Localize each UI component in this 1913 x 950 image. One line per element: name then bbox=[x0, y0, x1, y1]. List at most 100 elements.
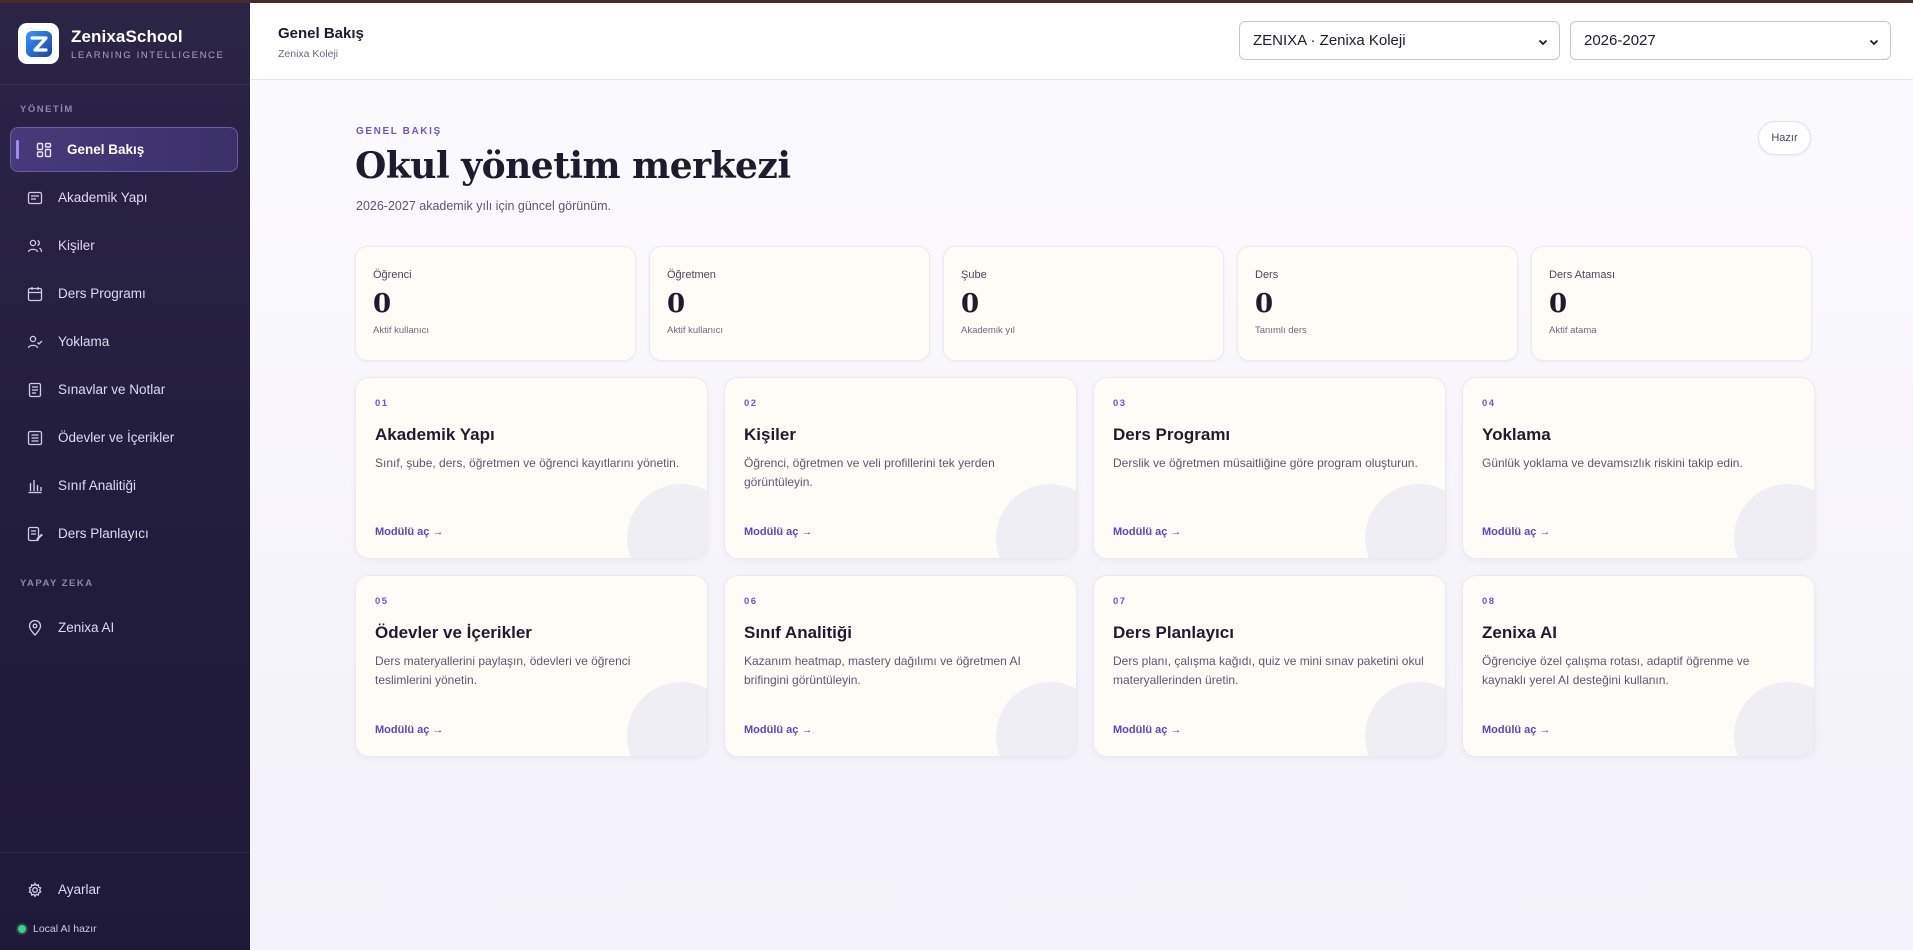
sidebar-ai-nav: Zenixa AI bbox=[10, 605, 238, 653]
decorative-circle bbox=[627, 484, 707, 558]
stat-value: 0 bbox=[1255, 289, 1274, 319]
page-title: Genel Bakış bbox=[278, 25, 364, 42]
sidebar-item-genel-bakis[interactable]: Genel Bakış bbox=[10, 127, 238, 172]
ai-status-label: Local AI hazır bbox=[33, 923, 97, 935]
brand-name: ZenixaSchool bbox=[71, 26, 183, 46]
module-card-yoklama[interactable]: 04 Yoklama Günlük yoklama ve devamsızlık… bbox=[1462, 377, 1815, 559]
stat-value: 0 bbox=[373, 289, 392, 319]
open-module-link[interactable]: Modülü aç → bbox=[1113, 526, 1181, 538]
module-description: Derslik ve öğretmen müsaitliğine göre pr… bbox=[1113, 456, 1418, 470]
location-pin-icon bbox=[26, 619, 44, 637]
open-module-link[interactable]: Modülü aç → bbox=[744, 526, 812, 538]
section-label-ai: YAPAY ZEKA bbox=[20, 578, 94, 589]
list-icon bbox=[26, 429, 44, 447]
module-description: Kazanım heatmap, mastery dağılımı ve öğr… bbox=[744, 654, 1021, 687]
module-title: Kişiler bbox=[744, 425, 796, 444]
sidebar-item-sinif-analitigi[interactable]: Sınıf Analitiği bbox=[10, 463, 238, 508]
sidebar-item-odevler-ve-icerikler[interactable]: Ödevler ve İçerikler bbox=[10, 415, 238, 460]
module-description: Günlük yoklama ve devamsızlık riskini ta… bbox=[1482, 456, 1743, 470]
stat-subtext: Aktif kullanıcı bbox=[373, 325, 429, 336]
planner-icon bbox=[26, 525, 44, 543]
hero-eyebrow: GENEL BAKIŞ bbox=[356, 126, 442, 137]
sidebar-item-label: Zenixa AI bbox=[58, 620, 115, 635]
sidebar-item-label: Genel Bakış bbox=[67, 142, 145, 157]
open-module-link[interactable]: Modülü aç → bbox=[375, 526, 443, 538]
school-select-value: ZENIXA · Zenixa Koleji bbox=[1253, 32, 1406, 49]
sidebar-item-label: Ayarlar bbox=[58, 882, 101, 897]
sidebar-item-zenixa-ai[interactable]: Zenixa AI bbox=[10, 605, 238, 650]
brand[interactable]: ZenixaSchool LEARNING INTELLIGENCE bbox=[0, 3, 250, 85]
module-card-kisiler[interactable]: 02 Kişiler Öğrenci, öğretmen ve veli pro… bbox=[724, 377, 1077, 559]
module-card-sinif-analitigi[interactable]: 06 Sınıf Analitiği Kazanım heatmap, mast… bbox=[724, 575, 1077, 757]
sidebar: ZenixaSchool LEARNING INTELLIGENCE YÖNET… bbox=[0, 3, 250, 950]
sidebar-item-sinavlar-ve-notlar[interactable]: Sınavlar ve Notlar bbox=[10, 367, 238, 412]
sidebar-item-label: Sınıf Analitiği bbox=[58, 478, 137, 493]
decorative-circle bbox=[1365, 484, 1445, 558]
stat-label: Ders Ataması bbox=[1549, 269, 1616, 281]
stat-card-ogretmen: Öğretmen 0 Aktif kullanıcı bbox=[649, 246, 930, 361]
chevron-down-icon bbox=[1537, 35, 1549, 52]
open-module-link[interactable]: Modülü aç → bbox=[1113, 724, 1181, 736]
page-subtitle: Zenixa Koleji bbox=[278, 48, 339, 60]
module-title: Ödevler ve İçerikler bbox=[375, 623, 532, 642]
status-badge: Hazır bbox=[1758, 121, 1811, 155]
decorative-circle bbox=[1734, 484, 1814, 558]
decorative-circle bbox=[996, 484, 1076, 558]
open-module-link[interactable]: Modülü aç → bbox=[375, 724, 443, 736]
module-card-zenixa-ai[interactable]: 08 Zenixa AI Öğrenciye özel çalışma rota… bbox=[1462, 575, 1815, 757]
module-card-ders-planlayici[interactable]: 07 Ders Planlayıcı Ders planı, çalışma k… bbox=[1093, 575, 1446, 757]
module-number: 07 bbox=[1113, 596, 1127, 607]
module-description: Öğrenci, öğretmen ve veli profillerini t… bbox=[744, 456, 995, 489]
module-title: Yoklama bbox=[1482, 425, 1551, 444]
school-select[interactable]: ZENIXA · Zenixa Koleji bbox=[1239, 21, 1560, 60]
users-icon bbox=[26, 237, 44, 255]
sidebar-item-kisiler[interactable]: Kişiler bbox=[10, 223, 238, 268]
brand-logo bbox=[18, 23, 59, 64]
sidebar-item-ayarlar[interactable]: Ayarlar bbox=[10, 867, 238, 912]
open-module-link[interactable]: Modülü aç → bbox=[1482, 526, 1550, 538]
module-number: 02 bbox=[744, 398, 758, 409]
stat-subtext: Tanımlı ders bbox=[1255, 325, 1307, 336]
module-number: 01 bbox=[375, 398, 389, 409]
module-description: Öğrenciye özel çalışma rotası, adaptif ö… bbox=[1482, 654, 1750, 687]
dashboard-icon bbox=[35, 141, 53, 159]
module-title: Zenixa AI bbox=[1482, 623, 1557, 642]
module-description: Ders materyallerini paylaşın, ödevleri v… bbox=[375, 654, 631, 687]
layout-icon bbox=[26, 189, 44, 207]
year-select[interactable]: 2026-2027 bbox=[1570, 21, 1891, 60]
module-number: 03 bbox=[1113, 398, 1127, 409]
stat-value: 0 bbox=[961, 289, 980, 319]
stat-card-ders-atamasi: Ders Ataması 0 Aktif atama bbox=[1531, 246, 1812, 361]
stat-subtext: Akademik yıl bbox=[961, 325, 1015, 336]
main-content: GENEL BAKIŞ Okul yönetim merkezi 2026-20… bbox=[250, 80, 1913, 950]
stat-value: 0 bbox=[1549, 289, 1568, 319]
bar-chart-icon bbox=[26, 477, 44, 495]
module-number: 04 bbox=[1482, 398, 1496, 409]
stat-value: 0 bbox=[667, 289, 686, 319]
sidebar-item-ders-programi[interactable]: Ders Programı bbox=[10, 271, 238, 316]
decorative-circle bbox=[996, 682, 1076, 756]
stat-card-sube: Şube 0 Akademik yıl bbox=[943, 246, 1224, 361]
module-description: Sınıf, şube, ders, öğretmen ve öğrenci k… bbox=[375, 456, 680, 470]
stat-card-ogrenci: Öğrenci 0 Aktif kullanıcı bbox=[355, 246, 636, 361]
hero-title: Okul yönetim merkezi bbox=[355, 145, 791, 187]
module-card-ders-programi[interactable]: 03 Ders Programı Derslik ve öğretmen müs… bbox=[1093, 377, 1446, 559]
open-module-link[interactable]: Modülü aç → bbox=[1482, 724, 1550, 736]
module-title: Sınıf Analitiği bbox=[744, 623, 852, 642]
module-card-akademik-yapi[interactable]: 01 Akademik Yapı Sınıf, şube, ders, öğre… bbox=[355, 377, 708, 559]
stat-label: Öğrenci bbox=[373, 269, 412, 281]
stat-label: Şube bbox=[961, 269, 987, 281]
stat-card-ders: Ders 0 Tanımlı ders bbox=[1237, 246, 1518, 361]
ai-status: Local AI hazır bbox=[18, 923, 97, 935]
sidebar-item-ders-planlayici[interactable]: Ders Planlayıcı bbox=[10, 511, 238, 556]
gear-icon bbox=[26, 881, 44, 899]
brand-tagline: LEARNING INTELLIGENCE bbox=[71, 49, 225, 61]
sidebar-item-label: Ödevler ve İçerikler bbox=[58, 430, 175, 445]
sidebar-item-label: Ders Programı bbox=[58, 286, 146, 301]
open-module-link[interactable]: Modülü aç → bbox=[744, 724, 812, 736]
module-card-odevler-ve-icerikler[interactable]: 05 Ödevler ve İçerikler Ders materyaller… bbox=[355, 575, 708, 757]
hero-subtitle: 2026-2027 akademik yılı için güncel görü… bbox=[356, 199, 612, 213]
sidebar-item-akademik-yapi[interactable]: Akademik Yapı bbox=[10, 175, 238, 220]
sidebar-item-yoklama[interactable]: Yoklama bbox=[10, 319, 238, 364]
user-check-icon bbox=[26, 333, 44, 351]
